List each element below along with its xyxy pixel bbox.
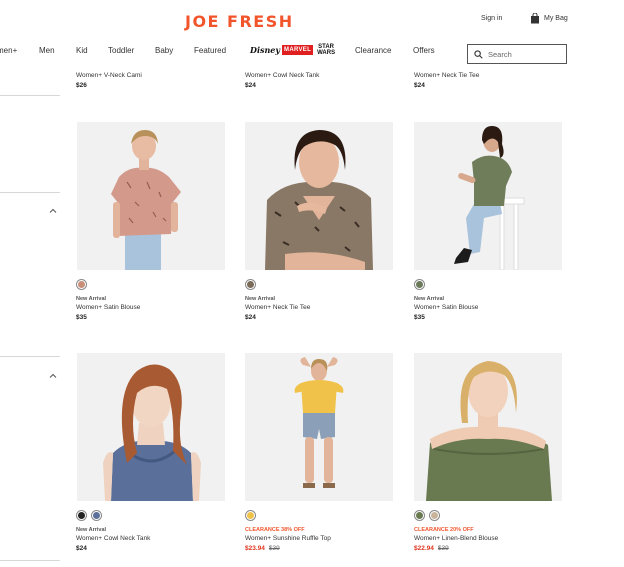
product-badge: New Arrival bbox=[76, 296, 107, 302]
my-bag-label: My Bag bbox=[544, 15, 568, 22]
nav-item-brand-logos[interactable]: Disney MARVEL STAR WARS bbox=[250, 44, 337, 56]
nav-item-clearance[interactable]: Clearance bbox=[355, 46, 391, 55]
search-icon bbox=[474, 49, 483, 59]
filter-divider bbox=[0, 192, 60, 193]
product-price: $26 bbox=[76, 82, 87, 89]
product-image[interactable] bbox=[245, 122, 393, 270]
product-card[interactable]: Women+ Cowl Neck Tank $24 bbox=[245, 72, 393, 89]
product-image[interactable] bbox=[77, 353, 225, 501]
product-name[interactable]: Women+ Neck Tie Tee bbox=[414, 72, 562, 79]
product-photo-satin-blouse-pink bbox=[77, 122, 225, 270]
product-badge: New Arrival bbox=[245, 296, 276, 302]
product-price: $22.94 $39 bbox=[414, 545, 564, 552]
search-input[interactable] bbox=[488, 49, 563, 59]
product-info: CLEARANCE 38% OFF Women+ Sunshine Ruffle… bbox=[245, 527, 395, 552]
product-price: $35 bbox=[76, 314, 87, 321]
product-image[interactable] bbox=[77, 122, 225, 270]
product-info: New Arrival Women+ Satin Blouse $35 bbox=[76, 296, 226, 321]
filter-divider bbox=[0, 95, 60, 96]
marvel-logo: MARVEL bbox=[282, 45, 314, 55]
sale-price: $23.94 bbox=[245, 545, 265, 552]
product-info: New Arrival Women+ Satin Blouse $35 bbox=[414, 296, 564, 321]
product-photo-satin-blouse-green bbox=[414, 122, 562, 270]
chevron-up-icon[interactable] bbox=[49, 372, 57, 380]
product-price: $24 bbox=[76, 545, 87, 552]
product-card[interactable]: Women+ V-Neck Cami $26 bbox=[76, 72, 224, 89]
product-name[interactable]: Women+ Sunshine Ruffle Top bbox=[245, 535, 395, 542]
product-name[interactable]: Women+ Satin Blouse bbox=[414, 304, 564, 311]
color-swatches bbox=[77, 280, 86, 289]
color-swatch[interactable] bbox=[246, 280, 255, 289]
color-swatch[interactable] bbox=[415, 511, 424, 520]
disney-logo: Disney bbox=[250, 45, 281, 55]
product-name[interactable]: Women+ Cowl Neck Tank bbox=[76, 535, 226, 542]
product-photo-neck-tie-tee bbox=[245, 122, 393, 270]
chevron-up-icon[interactable] bbox=[49, 207, 57, 215]
nav-item-featured[interactable]: Featured bbox=[194, 46, 226, 55]
site-header: JOE FRESH Sign in My Bag men+ Men Kid To… bbox=[0, 0, 624, 70]
product-card[interactable]: Women+ Neck Tie Tee $24 bbox=[414, 72, 562, 89]
product-photo-sunshine-ruffle-top bbox=[245, 353, 393, 501]
product-price: $24 bbox=[245, 314, 256, 321]
filter-divider bbox=[0, 560, 60, 561]
nav-item-toddler[interactable]: Toddler bbox=[108, 46, 134, 55]
original-price: $39 bbox=[437, 545, 449, 552]
nav-item-kid[interactable]: Kid bbox=[76, 46, 88, 55]
color-swatch[interactable] bbox=[77, 511, 86, 520]
product-price: $23.94 $39 bbox=[245, 545, 395, 552]
product-info: New Arrival Women+ Neck Tie Tee $24 bbox=[245, 296, 395, 321]
original-price: $39 bbox=[268, 545, 280, 552]
star-wars-logo: STAR WARS bbox=[317, 44, 336, 56]
color-swatch[interactable] bbox=[92, 511, 101, 520]
clearance-badge: CLEARANCE 20% OFF bbox=[414, 527, 474, 533]
color-swatch[interactable] bbox=[430, 511, 439, 520]
product-image[interactable] bbox=[414, 122, 562, 270]
clearance-badge: CLEARANCE 38% OFF bbox=[245, 527, 305, 533]
filter-divider bbox=[0, 356, 60, 357]
color-swatch[interactable] bbox=[415, 280, 424, 289]
shopping-bag-icon bbox=[531, 13, 539, 24]
product-name[interactable]: Women+ Neck Tie Tee bbox=[245, 304, 395, 311]
color-swatch[interactable] bbox=[77, 280, 86, 289]
nav-item-men[interactable]: Men bbox=[39, 46, 55, 55]
product-price: $24 bbox=[414, 82, 425, 89]
color-swatches bbox=[77, 511, 101, 520]
color-swatch[interactable] bbox=[246, 511, 255, 520]
sign-in-link[interactable]: Sign in bbox=[481, 15, 502, 22]
product-name[interactable]: Women+ Cowl Neck Tank bbox=[245, 72, 393, 79]
nav-item-women-plus[interactable]: men+ bbox=[0, 46, 17, 55]
sale-price: $22.94 bbox=[414, 545, 434, 552]
product-info: New Arrival Women+ Cowl Neck Tank $24 bbox=[76, 527, 226, 552]
product-photo-linen-blend-blouse bbox=[414, 353, 562, 501]
color-swatches bbox=[246, 511, 255, 520]
product-image[interactable] bbox=[414, 353, 562, 501]
product-badge: New Arrival bbox=[414, 296, 445, 302]
product-price: $35 bbox=[414, 314, 425, 321]
product-info: CLEARANCE 20% OFF Women+ Linen-Blend Blo… bbox=[414, 527, 564, 552]
search-box[interactable] bbox=[467, 44, 567, 64]
product-name[interactable]: Women+ Linen-Blend Blouse bbox=[414, 535, 564, 542]
brand-logo[interactable]: JOE FRESH bbox=[185, 12, 294, 31]
product-name[interactable]: Women+ V-Neck Cami bbox=[76, 72, 224, 79]
nav-item-offers[interactable]: Offers bbox=[413, 46, 435, 55]
product-name[interactable]: Women+ Satin Blouse bbox=[76, 304, 226, 311]
color-swatches bbox=[415, 511, 439, 520]
nav-item-baby[interactable]: Baby bbox=[155, 46, 173, 55]
my-bag-button[interactable]: My Bag bbox=[530, 13, 568, 24]
product-badge: New Arrival bbox=[76, 527, 107, 533]
color-swatches bbox=[246, 280, 255, 289]
color-swatches bbox=[415, 280, 424, 289]
product-image[interactable] bbox=[245, 353, 393, 501]
product-photo-cowl-neck-tank bbox=[77, 353, 225, 501]
product-price: $24 bbox=[245, 82, 256, 89]
